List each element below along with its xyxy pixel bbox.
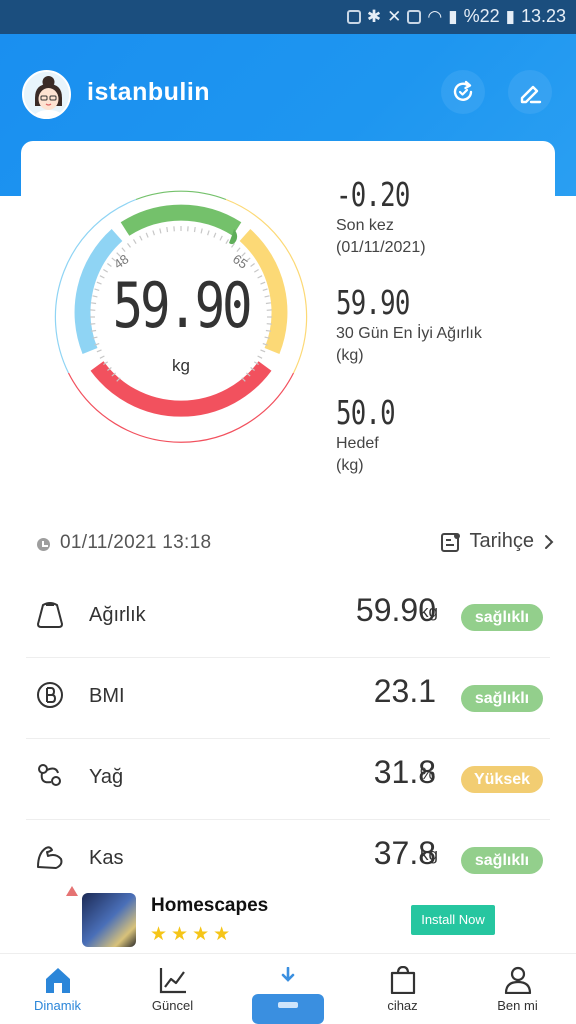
gauge-tick — [127, 243, 131, 248]
weight-bag-icon — [37, 602, 63, 628]
status-bar: ✱ ✕ ◠ ▮ %22 ▮ 13.23 — [0, 0, 576, 34]
metric-label: Yağ — [89, 766, 124, 788]
avatar[interactable] — [22, 70, 71, 119]
metric-row-bmi[interactable]: BMI 23.1 sağlıklı — [0, 657, 576, 738]
metric-label: BMI — [89, 685, 125, 707]
metric-unit: kg — [420, 602, 438, 621]
gauge-tick — [132, 239, 137, 245]
measurement-datetime: 01/11/2021 13:18 — [60, 532, 212, 553]
history-label: Tarihçe — [469, 530, 534, 552]
chart-icon — [159, 968, 186, 994]
metric-row-weight[interactable]: Ağırlık 59.90 kg sağlıklı — [0, 576, 576, 657]
bottom-nav: Dinamik Güncel cihaz Ben mi — [0, 953, 576, 1024]
history-icon — [440, 532, 460, 552]
clock-icon — [37, 538, 50, 551]
gauge-tick — [200, 228, 203, 234]
nav-label: Dinamik — [34, 998, 81, 1013]
last-change-value: -0.20 — [336, 175, 410, 214]
measurement-header: 01/11/2021 13:18 Tarihçe — [0, 526, 576, 562]
status-badge: Yüksek — [461, 766, 543, 793]
battery-percent: %22 — [463, 6, 500, 26]
status-badge: sağlıklı — [461, 604, 543, 631]
mute-icon: ✕ — [387, 6, 402, 26]
gauge-tick — [159, 228, 162, 234]
status-badge: sağlıklı — [461, 685, 543, 712]
avatar-girl-icon — [24, 72, 69, 117]
ad-app-thumbnail[interactable] — [82, 893, 136, 947]
wifi-icon: ◠ — [427, 6, 443, 26]
notification-icon — [346, 9, 361, 24]
gauge-tick — [152, 230, 155, 236]
nav-item-guncel[interactable]: Güncel — [115, 954, 230, 1024]
ad-banner[interactable]: Homescapes ★★★★ Install Now — [0, 880, 576, 952]
nav-label: cihaz — [387, 998, 418, 1013]
last-change-block: -0.20 Son kez (01/11/2021) — [336, 175, 430, 258]
metric-value: 23.1 — [373, 673, 436, 709]
metric-label: Kas — [89, 847, 124, 869]
goal-weight-unit: (kg) — [336, 457, 364, 474]
gauge-tick — [139, 235, 143, 241]
nav-item-cihaz[interactable]: cihaz — [345, 954, 460, 1024]
last-change-date: (01/11/2021) — [336, 239, 426, 256]
sync-button[interactable] — [441, 70, 485, 114]
nav-label: Ben mi — [497, 998, 538, 1013]
best-weight-unit: (kg) — [336, 347, 364, 364]
best-weight-block: 59.90 30 Gün En İyi Ağırlık (kg) — [336, 283, 482, 366]
edit-icon — [520, 85, 542, 104]
signal-icon: ▮ — [448, 6, 458, 26]
gauge-tick — [225, 239, 230, 245]
edit-button[interactable] — [508, 70, 552, 114]
nav-item-dinamik[interactable]: Dinamik — [0, 954, 115, 1024]
goal-weight-block[interactable]: 50.0 Hedef (kg) — [336, 393, 411, 476]
metric-row-fat[interactable]: Yağ 31.8 % Yüksek — [0, 738, 576, 819]
nav-label: Güncel — [151, 998, 194, 1013]
bluetooth-icon: ✱ — [366, 6, 382, 26]
status-badge: sağlıklı — [461, 847, 543, 874]
install-now-button[interactable]: Install Now — [411, 905, 495, 935]
gauge-tick — [193, 227, 196, 233]
gauge-tick — [213, 232, 217, 238]
gauge-tick — [260, 349, 266, 353]
last-change-label: Son kez — [336, 217, 394, 234]
fat-icon — [38, 764, 61, 786]
gauge-tick — [250, 263, 255, 267]
ad-title[interactable]: Homescapes — [151, 895, 268, 917]
alarm-icon — [407, 9, 422, 24]
ad-warning-icon — [66, 886, 78, 896]
nav-item-ben-mi[interactable]: Ben mi — [460, 954, 575, 1024]
status-icons: ✱ ✕ ◠ ▮ %22 ▮ 13.23 — [346, 6, 566, 27]
best-weight-label: 30 Gün En İyi Ağırlık — [336, 325, 482, 342]
gauge-tick — [107, 263, 112, 267]
home-icon — [45, 968, 70, 993]
weight-unit: kg — [172, 356, 190, 375]
nav-item-scale[interactable] — [230, 954, 345, 1024]
scale-icon — [252, 994, 324, 1024]
metric-label: Ağırlık — [89, 604, 146, 626]
weight-summary-card: 48 65 59.90 kg -0.20 Son kez (01/11/2021… — [21, 141, 555, 511]
gauge-tick — [219, 235, 223, 241]
muscle-icon — [37, 846, 63, 869]
best-weight-value: 59.90 — [336, 283, 410, 322]
chevron-right-icon — [545, 534, 554, 549]
clock-time: 13.23 — [520, 6, 566, 26]
battery-icon: ▮ — [505, 6, 515, 26]
gauge-tick — [145, 232, 149, 238]
refresh-icon — [453, 80, 473, 101]
username: istanbulin — [87, 78, 211, 106]
goal-weight-label: Hedef — [336, 435, 379, 452]
gauge-tick — [96, 349, 102, 353]
user-icon — [504, 966, 531, 994]
ad-star-rating: ★★★★ — [150, 924, 235, 945]
gauge-tick — [166, 227, 169, 233]
bag-icon — [390, 966, 415, 994]
bmi-icon — [37, 682, 63, 708]
current-weight: 59.90 — [112, 269, 253, 342]
goal-weight-value: 50.0 — [336, 393, 396, 432]
metric-unit: kg — [420, 845, 438, 864]
history-link[interactable]: Tarihçe — [440, 530, 556, 553]
arrow-down-icon — [281, 967, 295, 982]
metric-unit: % — [420, 764, 436, 783]
gauge-tick — [207, 230, 210, 236]
